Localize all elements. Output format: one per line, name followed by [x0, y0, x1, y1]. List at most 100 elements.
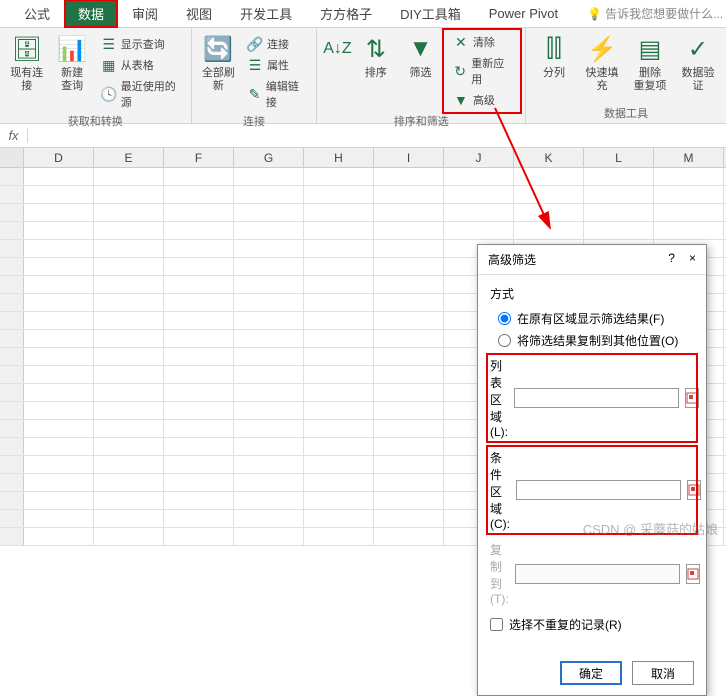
tab-view[interactable]: 视图: [172, 0, 226, 28]
cell[interactable]: [164, 384, 234, 401]
cell[interactable]: [234, 528, 304, 545]
cell[interactable]: [514, 168, 584, 185]
cell[interactable]: [444, 186, 514, 203]
refresh-all-button[interactable]: 🔄 全部刷新: [198, 31, 239, 95]
cell[interactable]: [304, 438, 374, 455]
cell[interactable]: [234, 510, 304, 527]
cell[interactable]: [654, 186, 724, 203]
cell[interactable]: [24, 474, 94, 491]
cell[interactable]: [94, 330, 164, 347]
cell[interactable]: [654, 204, 724, 221]
data-validation-button[interactable]: ✓ 数据验 证: [676, 31, 720, 95]
col-header[interactable]: K: [514, 148, 584, 167]
cell[interactable]: [374, 258, 444, 275]
row-header[interactable]: [0, 330, 24, 347]
unique-label[interactable]: 选择不重复的记录(R): [509, 616, 622, 633]
cell[interactable]: [24, 402, 94, 419]
cell[interactable]: [304, 294, 374, 311]
cell[interactable]: [94, 168, 164, 185]
cell[interactable]: [234, 276, 304, 293]
cell[interactable]: [234, 240, 304, 257]
cell[interactable]: [24, 312, 94, 329]
cell[interactable]: [94, 438, 164, 455]
cell[interactable]: [234, 258, 304, 275]
cell[interactable]: [584, 204, 654, 221]
range-select-button[interactable]: [686, 564, 700, 584]
cell[interactable]: [94, 204, 164, 221]
from-table-button[interactable]: ▦从表格: [97, 56, 185, 74]
cell[interactable]: [304, 510, 374, 527]
cell[interactable]: [374, 168, 444, 185]
cell[interactable]: [234, 366, 304, 383]
tab-powerpivot[interactable]: Power Pivot: [475, 1, 572, 26]
cell[interactable]: [164, 330, 234, 347]
dialog-titlebar[interactable]: 高级筛选 ? ×: [478, 245, 706, 275]
cell[interactable]: [234, 222, 304, 239]
connections-button[interactable]: 🔗连接: [243, 35, 310, 53]
row-header[interactable]: [0, 312, 24, 329]
cell[interactable]: [374, 294, 444, 311]
cell[interactable]: [374, 204, 444, 221]
cell[interactable]: [24, 240, 94, 257]
cell[interactable]: [304, 456, 374, 473]
criteria-range-input[interactable]: [516, 480, 681, 500]
cell[interactable]: [164, 258, 234, 275]
cell[interactable]: [164, 168, 234, 185]
select-all-corner[interactable]: [0, 148, 24, 167]
range-select-button[interactable]: [685, 388, 699, 408]
tab-dev[interactable]: 开发工具: [226, 0, 306, 28]
cell[interactable]: [94, 402, 164, 419]
close-button[interactable]: ×: [689, 251, 696, 268]
cell[interactable]: [514, 186, 584, 203]
cell[interactable]: [234, 186, 304, 203]
cell[interactable]: [304, 186, 374, 203]
cell[interactable]: [374, 384, 444, 401]
cell[interactable]: [584, 168, 654, 185]
row-header[interactable]: [0, 528, 24, 545]
cell[interactable]: [374, 312, 444, 329]
cell[interactable]: [374, 366, 444, 383]
cell[interactable]: [94, 240, 164, 257]
row-header[interactable]: [0, 168, 24, 185]
cell[interactable]: [374, 330, 444, 347]
cell[interactable]: [374, 240, 444, 257]
cell[interactable]: [94, 528, 164, 545]
cell[interactable]: [164, 438, 234, 455]
cell[interactable]: [584, 222, 654, 239]
cell[interactable]: [164, 420, 234, 437]
cell[interactable]: [24, 294, 94, 311]
cell[interactable]: [94, 456, 164, 473]
row-header[interactable]: [0, 456, 24, 473]
cell[interactable]: [24, 330, 94, 347]
row-header[interactable]: [0, 258, 24, 275]
cell[interactable]: [444, 222, 514, 239]
cell[interactable]: [304, 366, 374, 383]
cell[interactable]: [374, 348, 444, 365]
row-header[interactable]: [0, 420, 24, 437]
cell[interactable]: [374, 474, 444, 491]
row-header[interactable]: [0, 294, 24, 311]
cell[interactable]: [164, 348, 234, 365]
properties-button[interactable]: ☰属性: [243, 56, 310, 74]
cell[interactable]: [24, 510, 94, 527]
sort-asc-button[interactable]: A↓Z: [323, 31, 351, 67]
cell[interactable]: [304, 330, 374, 347]
radio-label[interactable]: 将筛选结果复制到其他位置(O): [517, 332, 678, 349]
cell[interactable]: [24, 492, 94, 509]
cell[interactable]: [94, 294, 164, 311]
radio-label[interactable]: 在原有区域显示筛选结果(F): [517, 310, 664, 327]
cell[interactable]: [164, 222, 234, 239]
tab-formula[interactable]: 公式: [10, 0, 64, 28]
cancel-button[interactable]: 取消: [632, 661, 694, 685]
col-header[interactable]: G: [234, 148, 304, 167]
cell[interactable]: [304, 168, 374, 185]
edit-links-button[interactable]: ✎编辑链接: [243, 77, 310, 111]
cell[interactable]: [94, 312, 164, 329]
cell[interactable]: [164, 186, 234, 203]
range-select-button[interactable]: [687, 480, 701, 500]
cell[interactable]: [234, 330, 304, 347]
cell[interactable]: [374, 510, 444, 527]
col-header[interactable]: M: [654, 148, 724, 167]
cell[interactable]: [304, 474, 374, 491]
cell[interactable]: [234, 204, 304, 221]
